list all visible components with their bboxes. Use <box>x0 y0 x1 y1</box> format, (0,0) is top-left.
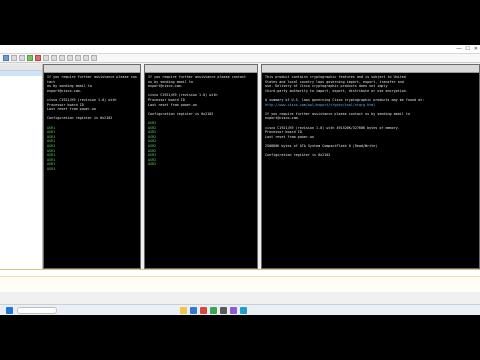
search-icon[interactable] <box>17 306 57 314</box>
terminal-pane-2[interactable]: If you require further assistance please… <box>144 64 258 269</box>
minimize-icon[interactable]: — <box>456 45 461 53</box>
start-icon[interactable] <box>6 306 13 314</box>
terminal-tab[interactable] <box>44 65 140 73</box>
desktop-screenshot: — ☐ ✕ If you require further assistance … <box>0 45 480 315</box>
new-session-icon[interactable] <box>3 55 9 61</box>
command-bar <box>0 269 480 292</box>
toolbar <box>0 54 480 63</box>
terminal-line: If you require further assistance please… <box>47 75 137 84</box>
close-icon[interactable]: ✕ <box>474 45 478 53</box>
app-icon[interactable] <box>240 306 247 314</box>
open-icon[interactable] <box>11 55 17 61</box>
window-titlebar: — ☐ ✕ <box>0 45 480 54</box>
session-tree-item[interactable] <box>0 91 42 96</box>
browser-icon[interactable] <box>190 306 197 314</box>
session-tree-header <box>0 64 42 71</box>
command-input[interactable] <box>0 276 480 291</box>
save-icon[interactable] <box>19 55 25 61</box>
terminal-pane-1[interactable]: If you require further assistance please… <box>43 64 141 269</box>
terminal-tab[interactable] <box>262 65 479 73</box>
find-icon[interactable] <box>59 55 65 61</box>
app-icon[interactable] <box>200 306 207 314</box>
terminal-output[interactable]: If you require further assistance please… <box>145 73 257 169</box>
settings-icon[interactable] <box>75 55 81 61</box>
paste-icon[interactable] <box>51 55 57 61</box>
terminal-line: ASR2 <box>148 162 157 167</box>
app-icon[interactable] <box>210 306 217 314</box>
terminal-app-icon[interactable] <box>220 306 227 314</box>
connect-icon[interactable] <box>27 55 33 61</box>
window-controls: — ☐ ✕ <box>456 45 478 53</box>
print-icon[interactable] <box>67 55 73 61</box>
session-tree <box>0 64 43 269</box>
file-explorer-icon[interactable] <box>180 306 187 314</box>
terminal-pane-3[interactable]: This product contains cryptographic feat… <box>261 64 480 269</box>
help-icon[interactable] <box>91 55 97 61</box>
terminal-line: If you require further assistance please… <box>148 75 246 79</box>
copy-icon[interactable] <box>43 55 49 61</box>
terminal-line: ASR1 <box>47 166 56 171</box>
terminal-tab[interactable] <box>145 65 257 73</box>
maximize-icon[interactable]: ☐ <box>465 45 469 53</box>
terminal-output[interactable]: This product contains cryptographic feat… <box>262 73 479 164</box>
tile-windows-icon[interactable] <box>83 55 89 61</box>
text-cursor-icon <box>86 248 90 256</box>
taskbar <box>0 304 480 315</box>
disconnect-icon[interactable] <box>35 55 41 61</box>
taskbar-apps <box>177 306 247 314</box>
terminal-output[interactable]: If you require further assistance please… <box>44 73 140 173</box>
app-icon[interactable] <box>230 306 237 314</box>
